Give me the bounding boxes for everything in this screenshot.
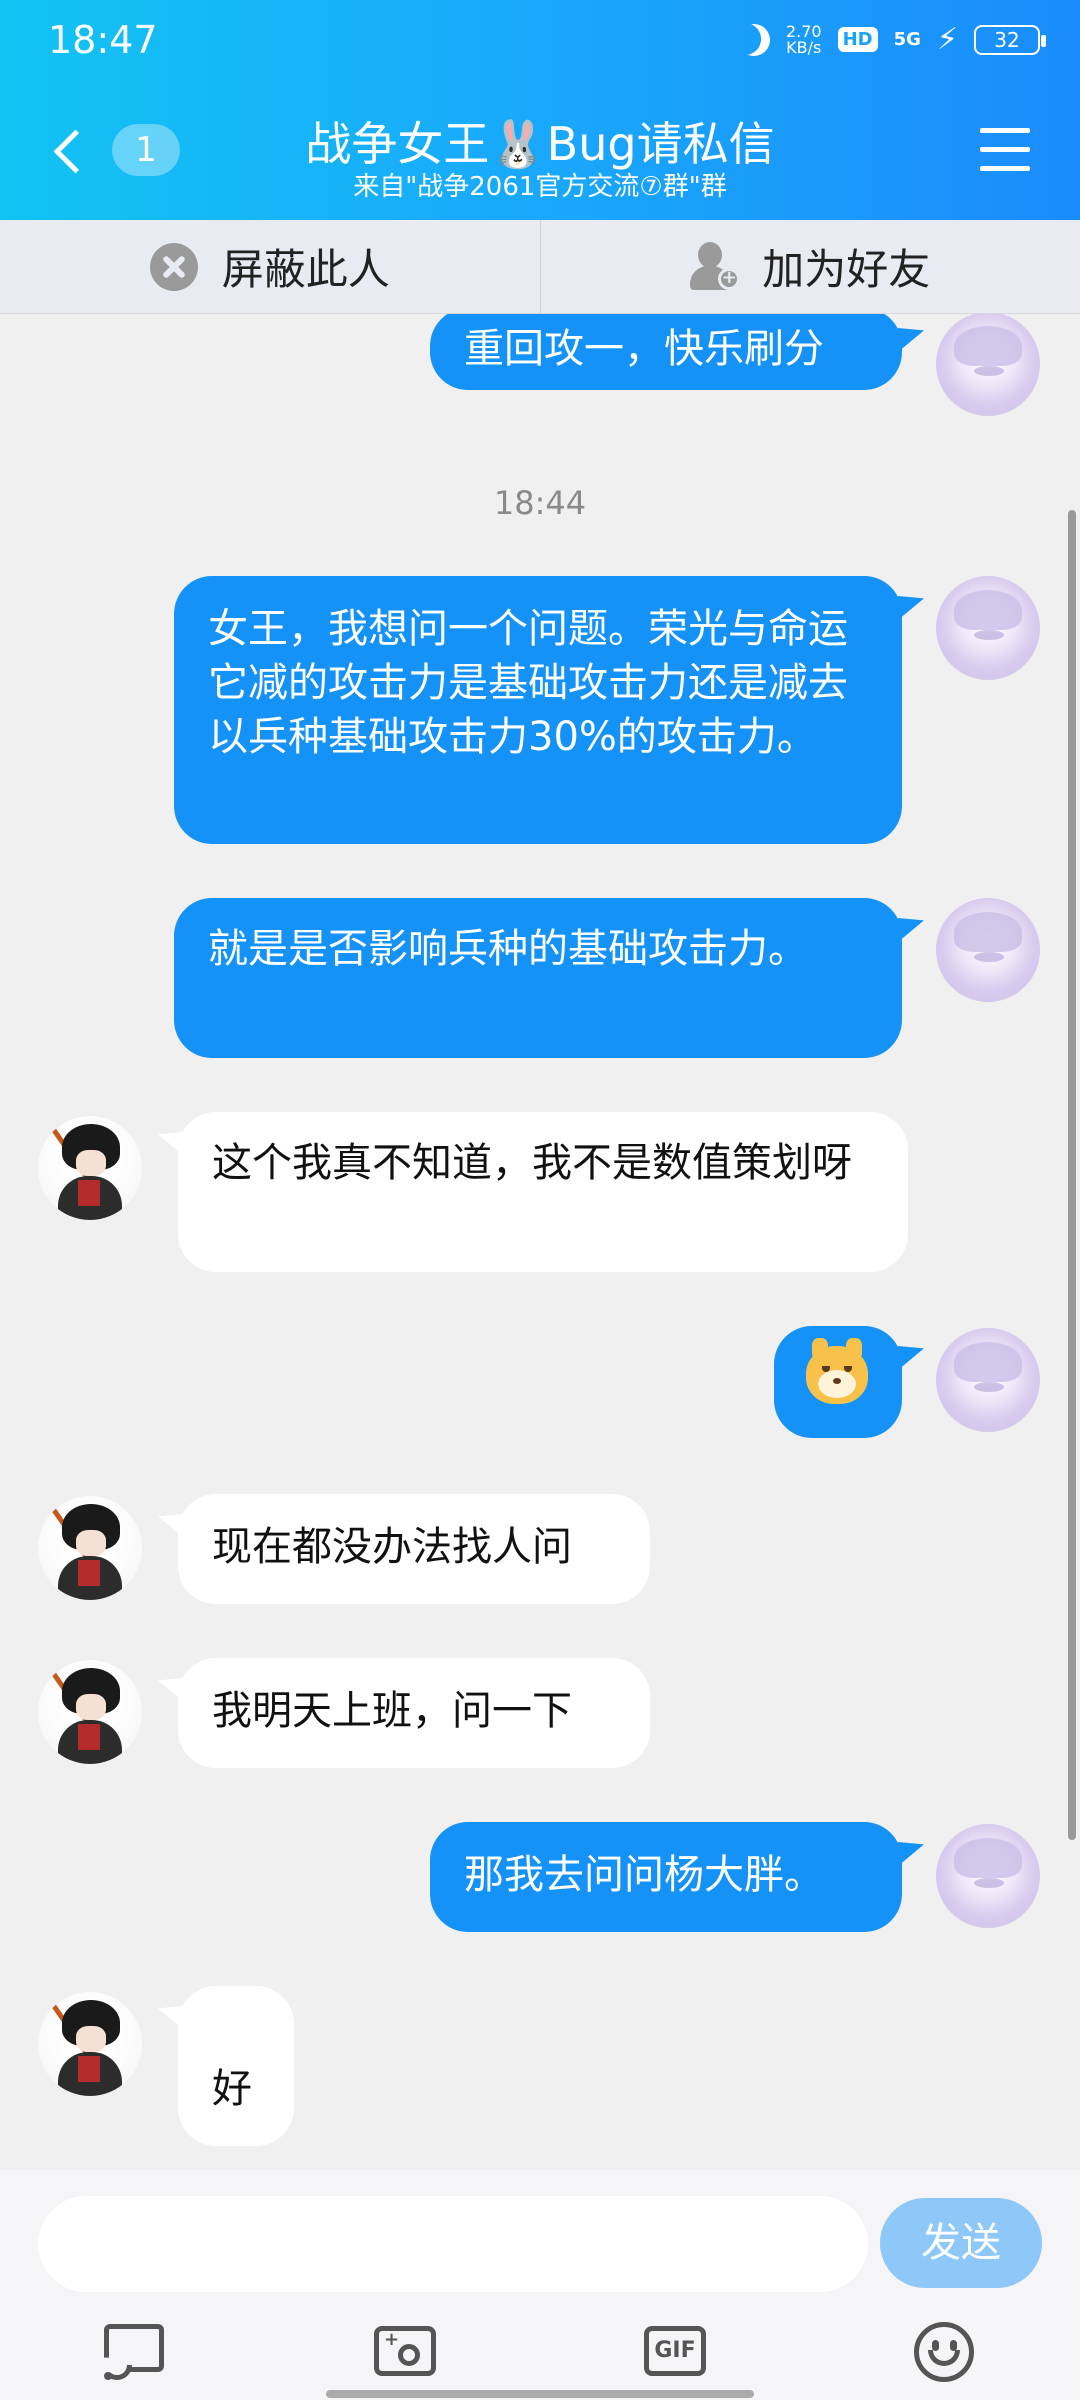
contact-avatar[interactable] bbox=[38, 1660, 142, 1764]
status-time: 18:47 bbox=[48, 18, 158, 62]
bubble-tail bbox=[898, 1346, 924, 1370]
message-list[interactable]: 重回攻一，快乐刷分 18:44 女王，我想问一个问题。荣光与命运它减的攻击力是基… bbox=[0, 314, 1080, 2170]
bubble-tail bbox=[158, 1132, 184, 1156]
block-user-label: 屏蔽此人 bbox=[221, 245, 390, 294]
dog-emoji-icon bbox=[806, 1338, 868, 1404]
menu-line bbox=[980, 128, 1030, 133]
chat-subtitle: 来自"战争2061官方交流⑦群"群 bbox=[353, 172, 727, 202]
message-timestamp: 18:44 bbox=[493, 484, 587, 522]
add-friend-icon: + bbox=[690, 241, 741, 292]
battery-icon: 32 bbox=[974, 24, 1046, 55]
message-bubble[interactable]: 好 bbox=[178, 1986, 294, 2146]
add-friend-label: 加为好友 bbox=[762, 245, 931, 294]
self-avatar[interactable] bbox=[936, 576, 1040, 680]
message-bubble[interactable]: 女王，我想问一个问题。荣光与命运它减的攻击力是基础攻击力还是减去以兵种基础攻击力… bbox=[174, 576, 902, 844]
bubble-tail bbox=[898, 328, 924, 352]
self-avatar[interactable] bbox=[936, 1824, 1040, 1928]
bubble-tail bbox=[898, 918, 924, 942]
moon-icon bbox=[733, 19, 774, 60]
menu-line bbox=[980, 166, 1030, 171]
gif-label: GIF bbox=[644, 2326, 706, 2376]
self-avatar[interactable] bbox=[936, 1328, 1040, 1432]
camera-icon[interactable]: + bbox=[370, 2320, 440, 2382]
message-bubble[interactable]: 那我去问问杨大胖。 bbox=[430, 1822, 902, 1932]
chat-title: 战争女王🐰Bug请私信 bbox=[305, 117, 775, 171]
bubble-tail bbox=[158, 1514, 184, 1538]
scrollbar[interactable] bbox=[1068, 510, 1076, 1840]
input-area: 发送 + GIF bbox=[0, 2170, 1080, 2400]
home-indicator[interactable] bbox=[326, 2390, 754, 2398]
bubble-tail bbox=[158, 2006, 184, 2030]
self-avatar[interactable] bbox=[936, 898, 1040, 1002]
block-icon bbox=[149, 242, 198, 291]
bubble-tail bbox=[158, 1678, 184, 1702]
send-button[interactable]: 发送 bbox=[880, 2198, 1042, 2288]
bubble-tail bbox=[898, 596, 924, 620]
gif-icon[interactable]: GIF bbox=[640, 2320, 710, 2382]
menu-line bbox=[980, 147, 1030, 152]
charging-icon: ⚡ bbox=[936, 22, 958, 57]
contact-avatar[interactable] bbox=[38, 1992, 142, 2096]
battery-level: 32 bbox=[994, 27, 1020, 52]
add-friend-button[interactable]: + 加为好友 bbox=[539, 220, 1080, 313]
status-icons: 2.70 KB/s HD 5G ⚡ 32 bbox=[738, 22, 1046, 57]
net-speed: 2.70 KB/s bbox=[786, 23, 822, 57]
hd-icon: HD bbox=[837, 27, 878, 52]
message-bubble[interactable]: 现在都没办法找人问 bbox=[178, 1494, 650, 1604]
net-speed-unit: KB/s bbox=[786, 37, 822, 57]
bubble-tail bbox=[898, 1842, 924, 1866]
input-toolbar: + GIF bbox=[0, 2310, 1080, 2390]
cast-icon[interactable] bbox=[100, 2320, 170, 2382]
signal-icon: 5G bbox=[893, 29, 921, 50]
message-input[interactable] bbox=[38, 2196, 868, 2292]
message-bubble[interactable]: 我明天上班，问一下 bbox=[178, 1658, 650, 1768]
message-bubble[interactable]: 就是是否影响兵种的基础攻击力。 bbox=[174, 898, 902, 1058]
message-bubble[interactable]: 这个我真不知道，我不是数值策划呀 bbox=[178, 1112, 908, 1272]
emoji-icon[interactable] bbox=[910, 2320, 980, 2382]
action-bar: 屏蔽此人 + 加为好友 bbox=[0, 220, 1080, 314]
contact-avatar[interactable] bbox=[38, 1496, 142, 1600]
message-bubble[interactable]: 重回攻一，快乐刷分 bbox=[430, 314, 902, 390]
sticker-bubble[interactable] bbox=[774, 1326, 902, 1438]
self-avatar[interactable] bbox=[936, 314, 1040, 416]
block-user-button[interactable]: 屏蔽此人 bbox=[0, 220, 540, 313]
contact-avatar[interactable] bbox=[38, 1116, 142, 1220]
menu-button[interactable] bbox=[980, 128, 1030, 172]
chat-header: 18:47 2.70 KB/s HD 5G ⚡ 32 1 战争女王🐰Bug请私信… bbox=[0, 0, 1080, 220]
